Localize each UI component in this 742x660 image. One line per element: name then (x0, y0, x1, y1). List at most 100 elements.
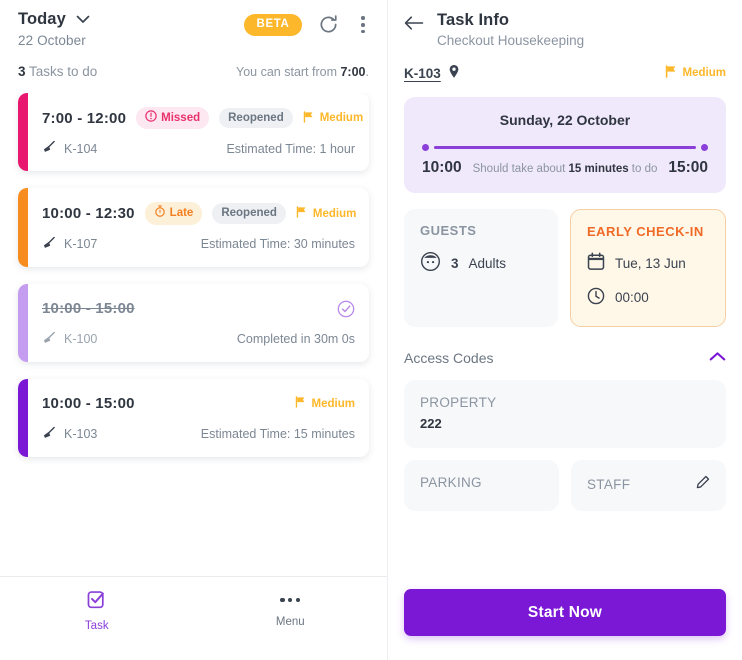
access-code-staff[interactable]: STAFF (571, 460, 726, 511)
access-codes-title: Access Codes (404, 350, 494, 366)
priority-label: Medium (312, 207, 357, 220)
guests-heading: GUESTS (420, 223, 477, 238)
task-accent-bar (18, 93, 28, 172)
priority-indicator: Medium (296, 206, 356, 221)
chevron-down-icon[interactable] (76, 15, 90, 24)
flag-icon (665, 65, 677, 81)
date-selector[interactable]: Today 22 October (18, 10, 90, 48)
access-code-row: PARKING STAFF (404, 460, 726, 511)
access-code-property-value: 222 (420, 416, 442, 431)
timeline-bar (422, 144, 708, 151)
list-fade-overlay (0, 486, 387, 576)
start-now-button[interactable]: Start Now (404, 589, 726, 636)
stopwatch-icon (154, 205, 166, 221)
flag-icon (303, 110, 314, 126)
access-code-property-label: PROPERTY (420, 395, 497, 410)
unit-link-label: K-103 (404, 65, 441, 81)
early-checkin-heading: EARLY CHECK-IN (587, 224, 704, 239)
task-unit-label: K-103 (64, 427, 98, 442)
task-summary-row: 3 Tasks to do You can start from 7:00. (0, 48, 387, 79)
info-fade-overlay (388, 533, 742, 579)
nav-item-task-label: Task (84, 620, 109, 632)
access-code-parking[interactable]: PARKING (404, 460, 559, 511)
access-codes-section-header[interactable]: Access Codes (404, 349, 726, 367)
task-info-header: Task Info Checkout Housekeeping (388, 0, 742, 48)
early-checkin-time-row: 00:00 (587, 287, 709, 308)
task-card[interactable]: 10:00 - 15:00 Medium K-103 Estimated Tim… (18, 378, 369, 457)
task-meta: Estimated Time: 15 minutes (200, 427, 355, 442)
status-badge: Missed (136, 107, 210, 130)
task-meta: Completed in 30m 0s (236, 332, 355, 347)
pencil-icon[interactable] (696, 475, 710, 494)
task-unit-label: K-104 (64, 141, 98, 156)
task-time: 10:00 - 15:00 (42, 300, 135, 318)
task-unit-label: K-107 (64, 237, 98, 252)
task-card[interactable]: 7:00 - 12:00 Missed Reopened Medium K-10… (18, 93, 369, 172)
kebab-menu-icon[interactable] (355, 14, 371, 35)
task-info-panel: Task Info Checkout Housekeeping K-103 Me… (387, 0, 742, 660)
app-root: Today 22 October BETA 3 Tasks to do You … (0, 0, 742, 660)
broom-icon (42, 236, 56, 253)
refresh-icon[interactable] (318, 14, 339, 35)
timeline-card: Sunday, 22 October 10:00 Should take abo… (404, 97, 726, 193)
bottom-navigation: Task Menu (0, 576, 387, 660)
checklist-icon (86, 589, 107, 615)
guests-type: Adults (468, 255, 507, 271)
task-meta: Estimated Time: 1 hour (226, 141, 355, 156)
task-info-scroll[interactable]: Sunday, 22 October 10:00 Should take abo… (388, 82, 742, 579)
access-code-staff-label: STAFF (587, 477, 631, 492)
flag-icon (295, 396, 306, 411)
calendar-icon (587, 252, 605, 274)
task-unit: K-100 (42, 331, 97, 348)
task-time: 10:00 - 12:30 (42, 205, 135, 223)
timeline-end-dot (701, 144, 708, 151)
priority-label: Medium (319, 112, 364, 125)
broom-icon (42, 331, 56, 348)
task-unit-label: K-100 (64, 332, 98, 347)
early-checkin-date: Tue, 13 Jun (615, 255, 686, 271)
beta-badge: BETA (243, 14, 303, 36)
guest-face-icon (420, 251, 441, 275)
task-list[interactable]: 7:00 - 12:00 Missed Reopened Medium K-10… (0, 93, 387, 576)
access-code-property[interactable]: PROPERTY 222 (404, 380, 726, 448)
task-card[interactable]: 10:00 - 12:30 Late Reopened Medium K-107… (18, 188, 369, 267)
info-cards-row: GUESTS 3 Adults EARLY CHECK-IN Tue, 13 J… (404, 209, 726, 327)
task-accent-bar (18, 188, 28, 267)
current-date: 22 October (18, 33, 86, 48)
clock-icon (587, 287, 605, 308)
back-arrow-icon[interactable] (404, 11, 424, 36)
reopened-badge: Reopened (219, 108, 293, 129)
ellipsis-icon (280, 589, 301, 611)
timeline-end-time: 15:00 (668, 159, 708, 176)
task-info-titles: Task Info Checkout Housekeeping (437, 11, 584, 48)
timeline-duration: Should take about 15 minutes to do (472, 163, 658, 175)
nav-item-menu[interactable]: Menu (194, 589, 388, 628)
task-card[interactable]: 10:00 - 15:00 K-100 Completed in 30m 0s (18, 283, 369, 362)
check-circle-icon (337, 300, 355, 318)
tasks-todo-count: 3 Tasks to do (18, 64, 98, 79)
header-actions: BETA (243, 14, 371, 36)
timeline-start-time: 10:00 (422, 159, 462, 176)
task-list-panel: Today 22 October BETA 3 Tasks to do You … (0, 0, 387, 660)
task-accent-bar (18, 283, 28, 362)
priority-label: Medium (311, 397, 355, 410)
guests-value-row: 3 Adults (420, 251, 542, 275)
nav-item-menu-label: Menu (275, 616, 305, 628)
early-checkin-card: EARLY CHECK-IN Tue, 13 Jun 00:00 (570, 209, 726, 327)
start-from-hint: You can start from 7:00. (236, 65, 369, 79)
task-accent-bar (18, 378, 28, 457)
priority-indicator: Medium (295, 396, 355, 411)
status-badge-label: Missed (161, 112, 201, 124)
map-pin-icon[interactable] (448, 64, 460, 82)
priority-indicator: Medium (665, 65, 726, 81)
timeline-start-dot (422, 144, 429, 151)
task-info-meta: K-103 Medium (388, 48, 742, 82)
status-badge: Late (144, 202, 203, 225)
guests-count: 3 (451, 255, 459, 271)
task-info-title: Task Info (437, 11, 510, 29)
nav-item-task[interactable]: Task (0, 589, 194, 632)
chevron-up-icon[interactable] (709, 349, 726, 367)
unit-link[interactable]: K-103 (404, 64, 460, 82)
early-checkin-time: 00:00 (615, 290, 649, 305)
timeline-labels: 10:00 Should take about 15 minutes to do… (422, 159, 708, 177)
